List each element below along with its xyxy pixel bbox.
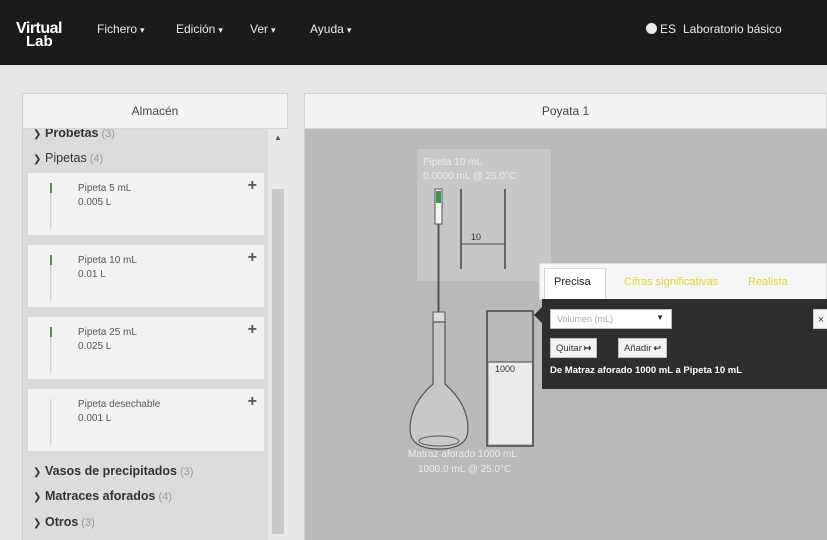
category-label: Pipetas [45,151,87,165]
category-label: Otros [45,515,79,529]
add-icon[interactable]: + [248,177,257,195]
item-name: Pipeta desechable [78,399,161,410]
category-label: Vasos de precipitados [45,464,177,478]
menu-fichero-label: Fichero [97,22,138,36]
pipette-scale-text: 10 [471,232,481,242]
storage-title: Almacén [23,94,287,129]
logo-text-bottom: Lab [26,33,53,50]
scroll-thumb[interactable] [272,189,284,534]
add-icon[interactable]: + [248,393,257,411]
item-volume: 0.025 L [78,341,112,352]
category-count: (4) [158,491,172,503]
remove-button[interactable]: Quitar ↦ [550,338,598,358]
close-button[interactable]: × [813,309,827,329]
category-vasos[interactable]: ❯ Vasos de precipitados (3) [33,464,193,478]
top-navbar: Virtual Lab Fichero ▾ Edición ▾ Ver ▾ Ayuda… [0,0,827,65]
category-label: Probetas [45,129,99,140]
list-item-pipeta-5[interactable]: Pipeta 5 mL 0.005 L + [27,172,265,236]
caret-down-icon: ▾ [271,25,276,35]
workbench-title: Poyata 1 [305,94,826,129]
pipette-tip [50,327,52,337]
transfer-status: De Matraz aforado 1000 mL a Pipeta 10 mL [550,365,743,376]
lab-name-link[interactable]: Laboratorio básico [683,22,782,36]
caret-down-icon: ▼ [656,313,664,322]
item-volume: 0.01 L [78,269,106,280]
category-count: (3) [81,517,95,529]
chevron-right-icon: ❯ [33,518,42,529]
flask-stopper [432,311,446,323]
chevron-right-icon: ❯ [33,129,42,140]
pipette-thumbnail [50,399,52,445]
chevron-down-icon: ❯ [33,154,42,165]
menu-ayuda[interactable]: Ayuda ▾ [310,22,351,36]
transfer-popover: Volumen (mL) ▼ × Quitar ↦ Añadir ↩ De Matr… [534,299,827,389]
menu-edicion[interactable]: Edición ▾ [176,22,223,36]
list-item-pipeta-10[interactable]: Pipeta 10 mL 0.01 L + [27,244,265,308]
flask-body [409,321,469,450]
flask-scale-text: 1000 [495,364,515,374]
volume-placeholder: Volumen (mL) [557,314,614,324]
language-code: ES [660,22,677,36]
pipette-thumbnail [50,183,52,229]
add-icon[interactable]: + [248,249,257,267]
category-count: (4) [89,153,104,165]
flask-liquid [489,362,532,444]
list-item-pipeta-25[interactable]: Pipeta 25 mL 0.025 L + [27,316,265,380]
menu-ayuda-label: Ayuda [310,22,344,36]
menu-fichero[interactable]: Fichero ▾ [97,22,145,36]
add-button[interactable]: Añadir ↩ [618,338,668,358]
category-count: (3) [180,466,194,478]
item-volume: 0.001 L [78,413,112,424]
item-volume: 0.005 L [78,197,112,208]
item-name: Pipeta 25 mL [78,327,137,338]
pipette-green-mark [436,191,441,203]
language-selector[interactable]: ES [646,22,676,36]
pipette-thumbnail [50,327,52,373]
sign-in-icon: ↩ [653,343,662,353]
list-item-pipeta-desechable[interactable]: Pipeta desechable 0.001 L + [27,388,265,452]
add-icon[interactable]: + [248,321,257,339]
category-count: (3) [101,129,115,140]
storage-tree: ❯ Probetas (3) ❯ Pipetas (4) Pipeta 5 mL 0.0… [23,129,268,540]
flask-state: 1000.0 mL @ 25.0°C [418,464,512,475]
pipette-thumbnail [50,255,52,301]
category-pipetas[interactable]: ❯ Pipetas (4) [33,151,103,165]
tab-precisa[interactable]: Precisa [554,276,591,288]
virtual-lab-logo[interactable]: Virtual Lab [16,18,70,50]
scroll-up-icon[interactable]: ▲ [274,133,282,142]
chevron-right-icon: ❯ [33,467,42,478]
menu-edicion-label: Edición [176,22,216,36]
item-name: Pipeta 5 mL [78,183,132,194]
sign-out-icon: ↦ [583,343,592,353]
category-matraces[interactable]: ❯ Matraces aforados (4) [33,489,172,503]
storage-panel: Almacén ❯ Probetas (3) ❯ Pipetas (4) Pipeta … [22,93,288,540]
menu-ver[interactable]: Ver ▾ [250,22,276,36]
remove-label: Quitar [556,343,582,354]
caret-down-icon: ▾ [346,25,352,35]
menu-ver-label: Ver [250,22,269,36]
tab-cifras-significativas[interactable]: Cifras significativas [624,276,718,288]
category-probetas[interactable]: ❯ Probetas (3) [33,129,115,140]
caret-down-icon: ▾ [140,25,145,35]
pipette-tip [50,255,52,265]
tab-realista[interactable]: Realista [748,276,788,288]
globe-icon [646,23,657,34]
category-label: Matraces aforados [45,489,156,503]
pipette-tip [50,183,52,193]
flask-label: Matraz aforado 1000 mL [408,449,517,460]
item-name: Pipeta 10 mL [78,255,137,266]
transfer-mode-tabs: Precisa Cifras significativas Realista [539,263,827,301]
chevron-right-icon: ❯ [33,492,42,503]
storage-scrollbar[interactable]: ▲ [268,129,288,540]
caret-down-icon: ▾ [218,25,223,35]
add-label: Añadir [624,343,652,354]
volume-input[interactable]: Volumen (mL) ▼ [550,309,672,329]
category-otros[interactable]: ❯ Otros (3) [33,515,95,529]
